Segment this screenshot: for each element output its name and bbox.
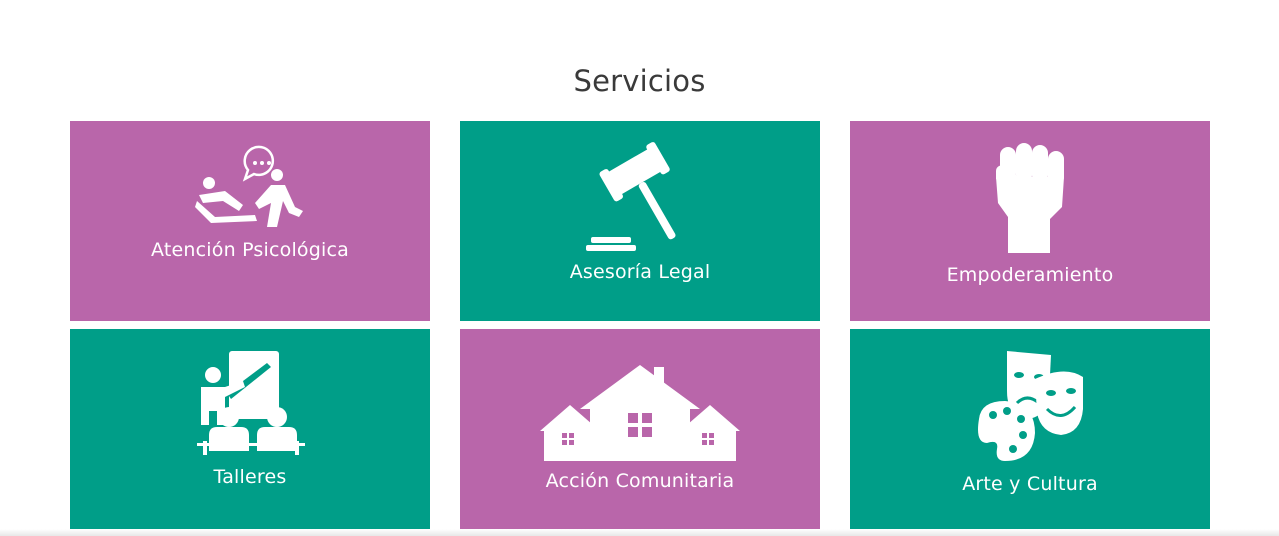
service-card-atencion-psicologica[interactable]: Atención Psicológica xyxy=(70,121,430,321)
raised-fist-icon xyxy=(996,143,1064,253)
service-card-label: Talleres xyxy=(213,466,287,488)
service-card-label: Atención Psicológica xyxy=(151,239,349,261)
service-card-label: Arte y Cultura xyxy=(962,473,1098,495)
service-card-arte-y-cultura[interactable]: Arte y Cultura xyxy=(850,329,1210,529)
page-bottom-shadow xyxy=(0,529,1279,536)
gavel-icon xyxy=(586,142,676,251)
therapy-session-icon xyxy=(195,145,303,227)
service-card-asesoria-legal[interactable]: Asesoría Legal xyxy=(460,121,820,321)
theater-masks-palette-icon xyxy=(978,351,1083,461)
service-card-label: Empoderamiento xyxy=(946,264,1114,286)
service-card-label: Acción Comunitaria xyxy=(545,470,735,492)
community-houses-icon xyxy=(540,365,740,461)
service-card-talleres[interactable]: Talleres xyxy=(70,329,430,529)
service-card-label: Asesoría Legal xyxy=(569,261,711,283)
section-title: Servicios xyxy=(573,64,706,98)
service-card-accion-comunitaria[interactable]: Acción Comunitaria xyxy=(460,329,820,529)
service-card-empoderamiento[interactable]: Empoderamiento xyxy=(850,121,1210,321)
workshop-teacher-icon xyxy=(197,351,305,455)
